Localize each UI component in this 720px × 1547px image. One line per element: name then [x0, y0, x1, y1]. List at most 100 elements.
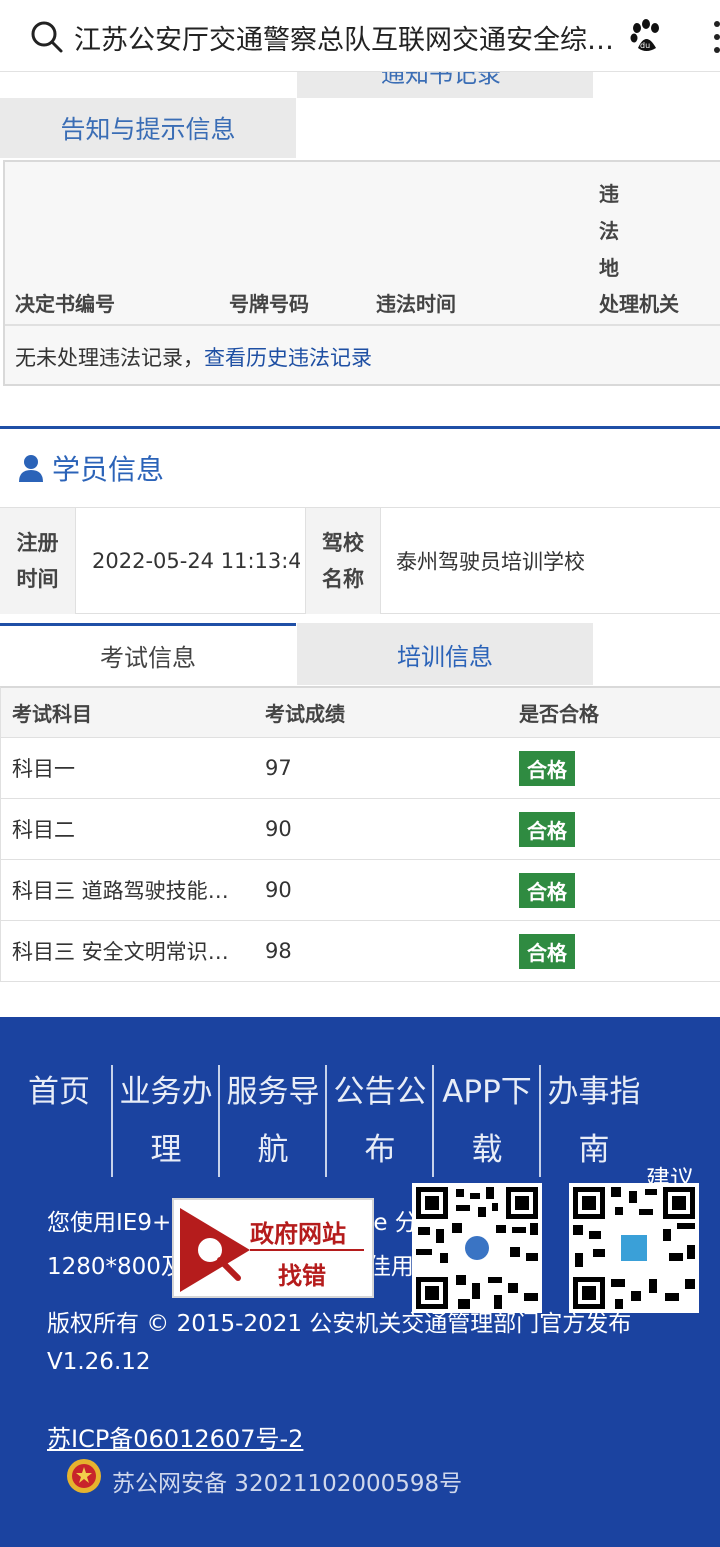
exam-subject-text: 科目三 安全文明常识考试	[12, 940, 244, 964]
footer-nav-line: 业务办	[119, 1074, 213, 1110]
table-row: 科目三 安全文明常识考试 98 合格	[1, 921, 720, 982]
col-exam-pass: 是否合格	[519, 702, 599, 726]
footer-nav-business[interactable]: 业务办理	[115, 1063, 217, 1179]
footer-nav-home[interactable]: 首页	[18, 1063, 100, 1179]
reg-time-value: 2022-05-24 11:13:45	[92, 549, 300, 573]
col-handling-office: 处理机关	[599, 292, 679, 316]
magnifier-logo-icon	[180, 1208, 250, 1292]
footer-nav-line: 布	[364, 1132, 396, 1168]
tab-notice-info[interactable]: 告知与提示信息	[0, 98, 296, 158]
footer-nav-line: 公告公	[333, 1074, 427, 1110]
col-violation-address-char: 法	[599, 219, 619, 243]
exam-subject-text: 科目一	[12, 757, 75, 781]
baidu-paw-icon[interactable]: du	[628, 18, 664, 54]
pass-badge: 合格	[519, 933, 575, 969]
gov-box-sub: 找错	[278, 1262, 326, 1290]
exam-subject: 科目二	[12, 799, 244, 859]
footer-nav: 首页 业务办理 服务导航 公告公布 APP下载 办事指南	[0, 1063, 720, 1179]
student-info-title: 学员信息	[18, 448, 164, 488]
exam-score: 98	[265, 939, 292, 963]
gov-box-title: 政府网站	[250, 1220, 346, 1248]
footer-nav-line: 办事指	[547, 1074, 641, 1110]
nav-divider	[539, 1065, 541, 1177]
exam-pass-cell: 合格	[519, 921, 575, 981]
col-decision-no: 决定书编号	[15, 292, 115, 316]
tab-notice-records-label: 通知书记录	[381, 72, 501, 88]
more-menu-icon[interactable]	[710, 20, 720, 54]
exam-pass-cell: 合格	[519, 799, 575, 859]
footer-nav-line: APP下	[442, 1074, 532, 1110]
exam-table-header: 考试科目 考试成绩 是否合格	[1, 688, 720, 738]
nav-divider	[432, 1065, 434, 1177]
tab-training-info[interactable]: 培训信息	[297, 623, 593, 685]
gov-site-error-report-button[interactable]: 政府网站 找错	[172, 1198, 374, 1298]
col-exam-subject: 考试科目	[12, 702, 92, 726]
school-name-label-line: 驾校	[322, 531, 364, 555]
violation-table: 决定书编号 号牌号码 违法时间 违 法 地 处理机关 无未处理违法记录，查看历史…	[3, 160, 720, 386]
nav-divider	[218, 1065, 220, 1177]
student-info-label: 学员信息	[52, 453, 165, 486]
icp-link[interactable]: 苏ICP备06012607号-2	[47, 1419, 303, 1454]
footer-nav-home-label: 首页	[28, 1074, 90, 1110]
pass-badge: 合格	[519, 811, 575, 847]
pass-badge: 合格	[519, 750, 575, 786]
section-divider	[0, 426, 720, 429]
reg-time-label-line: 注册	[16, 531, 59, 555]
exam-subject: 科目一	[12, 738, 244, 798]
police-emblem-icon	[67, 1459, 101, 1493]
browser-top-bar: 江苏公安厅交通警察总队互联网交通安全综合服务管理平台 du	[0, 0, 720, 72]
svg-text:du: du	[640, 41, 650, 50]
col-violation-address-char: 地	[599, 256, 619, 280]
qr-code-icon	[412, 1183, 542, 1313]
student-info-grid: 注册 时间 2022-05-24 11:13:45 驾校 名称 泰州驾驶员培训学…	[0, 507, 720, 614]
site-footer: 首页 业务办理 服务导航 公告公布 APP下载 办事指南 建议 您使用IE9+ …	[0, 1017, 720, 1547]
footer-nav-guide[interactable]: 办事指南	[543, 1063, 645, 1179]
school-name-value: 泰州驾驶员培训学校	[396, 550, 585, 574]
footer-nav-line: 航	[257, 1132, 289, 1168]
exam-score: 97	[265, 756, 292, 780]
exam-pass-cell: 合格	[519, 860, 575, 920]
nav-divider	[111, 1065, 113, 1177]
footer-nav-announcements[interactable]: 公告公布	[329, 1063, 431, 1179]
empty-text: 无未处理违法记录，	[15, 346, 204, 370]
version-text: V1.26.12	[47, 1349, 151, 1375]
exam-subject-text: 科目三 道路驾驶技能考试	[12, 879, 244, 903]
col-plate-no: 号牌号码	[229, 292, 309, 316]
school-name-label-line: 名称	[322, 567, 364, 591]
exam-table: 考试科目 考试成绩 是否合格 科目一 97 合格 科目二 90 合格 科目三 道…	[0, 686, 720, 982]
school-name-label: 驾校 名称	[305, 508, 381, 614]
user-icon	[19, 455, 43, 482]
violation-table-header: 决定书编号 号牌号码 违法时间 违 法 地 处理机关	[5, 162, 720, 326]
table-row: 科目一 97 合格	[1, 738, 720, 799]
gov-box-divider	[250, 1249, 364, 1251]
exam-subject: 科目三 安全文明常识考试	[12, 921, 244, 981]
history-violation-link[interactable]: 查看历史违法记录	[204, 346, 372, 370]
copyright-text: 版权所有 © 2015-2021 公安机关交通管理部门官方发布	[47, 1311, 632, 1337]
nav-divider	[325, 1065, 327, 1177]
col-violation-time: 违法时间	[376, 292, 456, 316]
col-exam-score: 考试成绩	[265, 702, 345, 726]
col-violation-address-char: 违	[599, 182, 619, 206]
col-violation-address: 违 法 地	[599, 176, 625, 287]
exam-pass-cell: 合格	[519, 738, 575, 798]
exam-subject-text: 科目二	[12, 818, 75, 842]
footer-nav-line: 服务导	[226, 1074, 320, 1110]
beian-link[interactable]: 苏公网安备 32021102000598号	[112, 1464, 462, 1498]
footer-nav-service-guide[interactable]: 服务导航	[222, 1063, 324, 1179]
exam-score: 90	[265, 878, 292, 902]
reg-time-label: 注册 时间	[0, 508, 76, 614]
page-title[interactable]: 江苏公安厅交通警察总队互联网交通安全综合服务管理平台	[74, 18, 614, 57]
exam-subject: 科目三 道路驾驶技能考试	[12, 860, 244, 920]
search-icon[interactable]	[30, 20, 64, 54]
violation-empty-row: 无未处理违法记录，查看历史违法记录	[15, 342, 372, 372]
table-row: 科目三 道路驾驶技能考试 90 合格	[1, 860, 720, 921]
footer-nav-line: 载	[471, 1132, 503, 1168]
pass-badge: 合格	[519, 872, 575, 908]
tab-exam-info[interactable]: 考试信息	[0, 623, 296, 685]
exam-score: 90	[265, 817, 292, 841]
footer-nav-line: 理	[150, 1132, 182, 1168]
tab-notice-records[interactable]: 通知书记录	[297, 72, 593, 98]
reg-time-label-line: 时间	[16, 567, 59, 591]
footer-nav-app-download[interactable]: APP下载	[436, 1063, 538, 1179]
qr-code-icon	[569, 1183, 699, 1313]
